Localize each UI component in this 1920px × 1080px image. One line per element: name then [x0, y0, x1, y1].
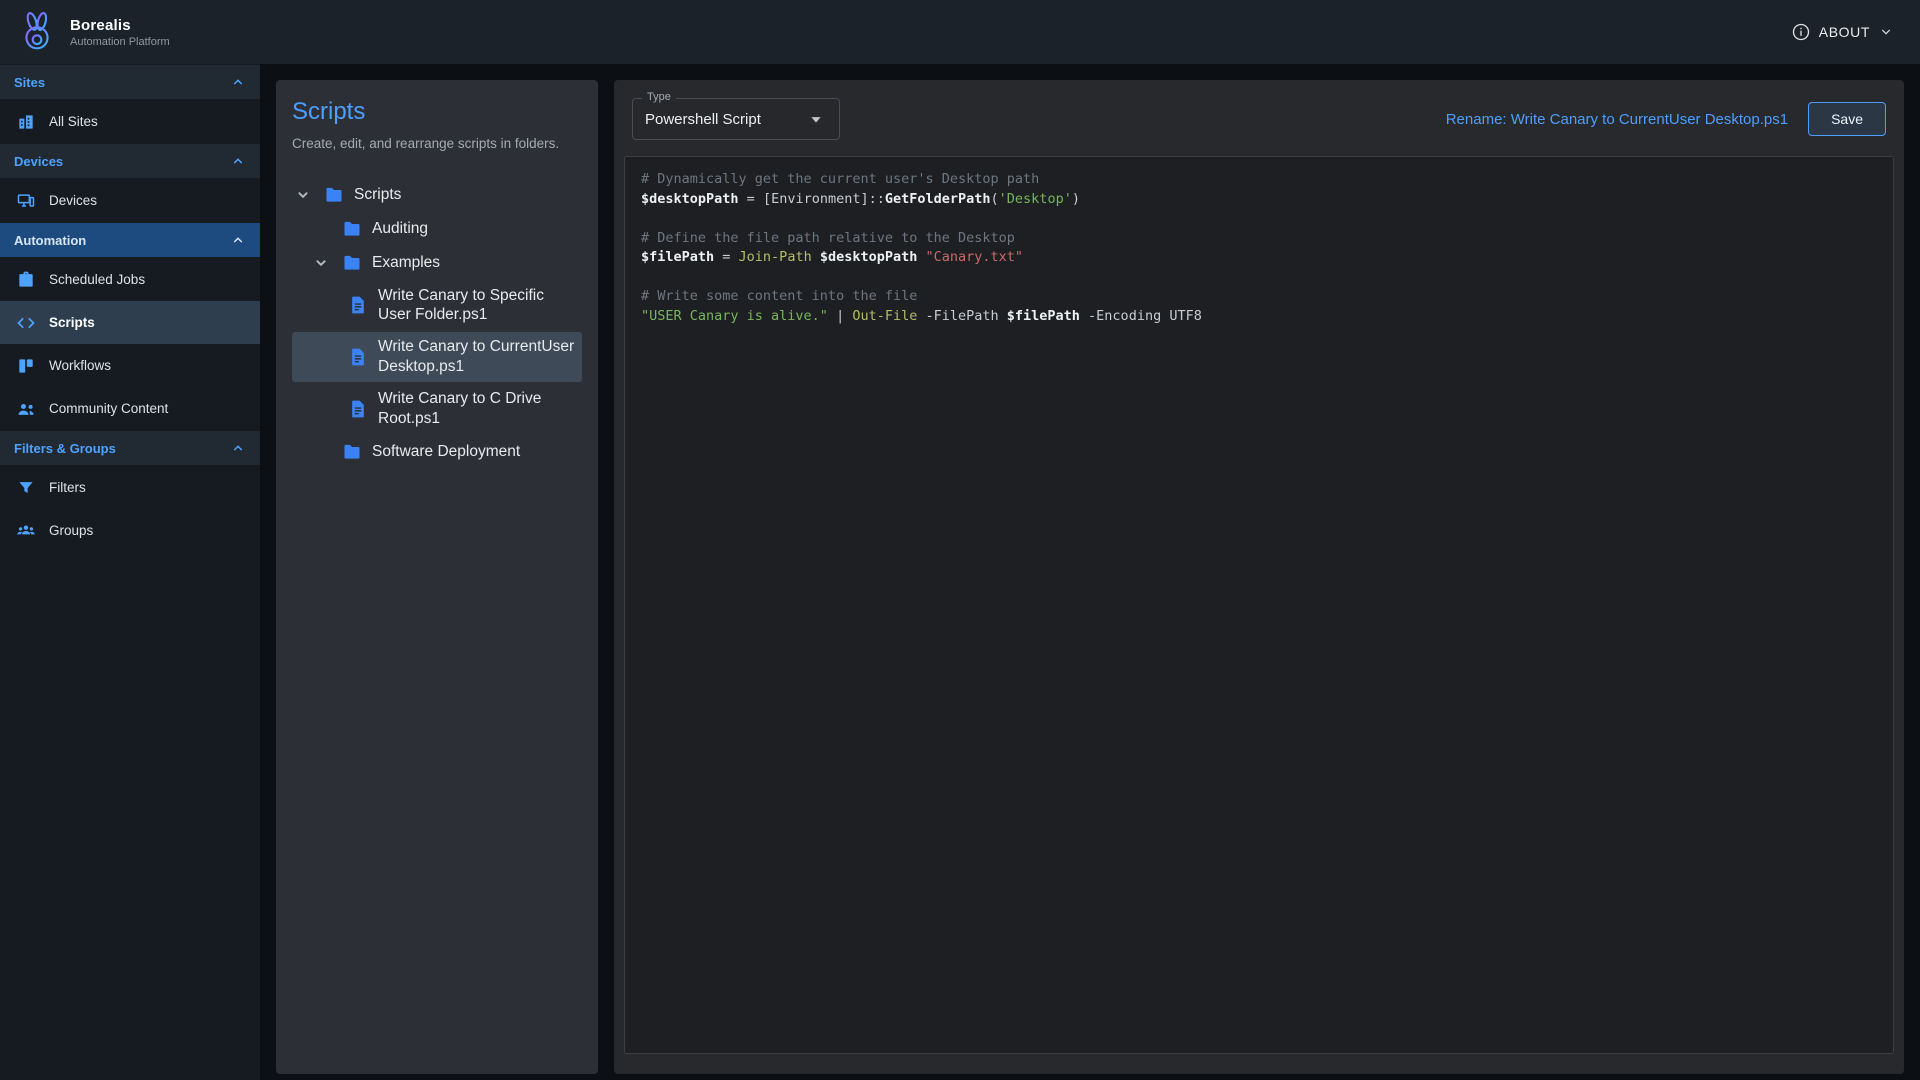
sidebar-item-label: Scripts	[49, 315, 95, 330]
content-area: Scripts Create, edit, and rearrange scri…	[260, 64, 1920, 1080]
code-icon	[16, 313, 36, 333]
sidebar-item-devices[interactable]: Devices	[0, 179, 260, 222]
scheduled-jobs-icon	[16, 270, 36, 290]
code-line	[641, 209, 1877, 229]
brand-text: Borealis Automation Platform	[70, 17, 170, 48]
chevron-up-icon	[230, 232, 246, 248]
about-menu[interactable]: ABOUT	[1791, 22, 1894, 42]
chevron-up-icon	[230, 153, 246, 169]
folder-icon	[324, 185, 344, 205]
info-icon	[1791, 22, 1811, 42]
chevron-up-icon	[230, 440, 246, 456]
editor-panel: Type Powershell Script Rename: Write Can…	[614, 80, 1904, 1074]
sidebar-item-label: Groups	[49, 523, 93, 538]
type-select-value: Powershell Script	[645, 111, 761, 128]
sidebar-section-devices[interactable]: Devices	[0, 144, 260, 178]
folder-icon	[342, 219, 362, 239]
tree-folder-scripts[interactable]: Scripts	[292, 179, 582, 211]
brand-name: Borealis	[70, 17, 170, 34]
filter-icon	[16, 478, 36, 498]
sidebar-section-label: Sites	[14, 75, 45, 90]
tree-file-write-canary-to-specific-user-folder-ps1[interactable]: Write Canary to Specific User Folder.ps1	[292, 281, 582, 331]
chevron-up-icon	[230, 74, 246, 90]
tree-file-write-canary-to-c-drive-root-ps1[interactable]: Write Canary to C Drive Root.ps1	[292, 384, 582, 434]
sidebar-section-sites[interactable]: Sites	[0, 65, 260, 99]
tree-folder-auditing[interactable]: Auditing	[292, 213, 582, 245]
tree-file-write-canary-to-currentuser-desktop-ps1[interactable]: Write Canary to CurrentUser Desktop.ps1	[292, 332, 582, 382]
scripts-panel: Scripts Create, edit, and rearrange scri…	[276, 80, 598, 1074]
rename-link[interactable]: Rename: Write Canary to CurrentUser Desk…	[1446, 111, 1788, 128]
save-button[interactable]: Save	[1808, 102, 1886, 136]
code-line: $filePath = Join-Path $desktopPath "Cana…	[641, 248, 1877, 268]
tree-item-label: Examples	[372, 253, 440, 273]
file-icon	[348, 399, 368, 419]
tree-item-label: Write Canary to Specific User Folder.ps1	[378, 286, 576, 326]
sidebar-item-community-content[interactable]: Community Content	[0, 387, 260, 430]
devices-icon	[16, 191, 36, 211]
chevron-down-icon	[292, 184, 314, 206]
sidebar-item-groups[interactable]: Groups	[0, 509, 260, 552]
file-icon	[348, 295, 368, 315]
toolbar-right: Rename: Write Canary to CurrentUser Desk…	[1446, 102, 1886, 136]
about-label: ABOUT	[1819, 24, 1870, 40]
all-sites-icon	[16, 112, 36, 132]
chevron-down-icon	[310, 252, 332, 274]
sidebar-section-automation[interactable]: Automation	[0, 223, 260, 257]
code-line: $desktopPath = [Environment]::GetFolderP…	[641, 190, 1877, 210]
sidebar-item-label: Devices	[49, 193, 97, 208]
sidebar-section-label: Devices	[14, 154, 63, 169]
tree-item-label: Scripts	[354, 185, 401, 205]
sidebar-section-label: Filters & Groups	[14, 441, 116, 456]
code-line: # Define the file path relative to the D…	[641, 229, 1877, 249]
sidebar-item-workflows[interactable]: Workflows	[0, 344, 260, 387]
folder-icon	[342, 253, 362, 273]
sidebar-item-all-sites[interactable]: All Sites	[0, 100, 260, 143]
code-editor[interactable]: # Dynamically get the current user's Des…	[624, 156, 1894, 1054]
editor-toolbar: Type Powershell Script Rename: Write Can…	[624, 94, 1894, 156]
sidebar-item-filters[interactable]: Filters	[0, 466, 260, 509]
type-select-label: Type	[642, 91, 676, 104]
groups-icon	[16, 521, 36, 541]
brand-subtitle: Automation Platform	[70, 36, 170, 48]
sidebar-item-scripts[interactable]: Scripts	[0, 301, 260, 344]
file-icon	[348, 347, 368, 367]
chevron-down-icon	[1878, 24, 1894, 40]
top-bar: Borealis Automation Platform ABOUT	[0, 0, 1920, 64]
borealis-logo	[14, 9, 60, 55]
sidebar-item-label: Filters	[49, 480, 86, 495]
script-type-select[interactable]: Type Powershell Script	[632, 98, 840, 140]
tree-item-label: Software Deployment	[372, 442, 520, 462]
main-row: Sites All Sites Devices Devices Automation Sc…	[0, 64, 1920, 1080]
tree-folder-software-deployment[interactable]: Software Deployment	[292, 436, 582, 468]
tree-item-label: Auditing	[372, 219, 428, 239]
scripts-tree: Scripts Auditing Examples Write Canary to S…	[292, 179, 582, 470]
sidebar-item-label: Community Content	[49, 401, 168, 416]
code-line	[641, 268, 1877, 288]
sidebar-item-label: Workflows	[49, 358, 111, 373]
scripts-panel-title: Scripts	[292, 98, 582, 126]
code-line: # Dynamically get the current user's Des…	[641, 170, 1877, 190]
code-line: # Write some content into the file	[641, 287, 1877, 307]
tree-item-label: Write Canary to C Drive Root.ps1	[378, 389, 576, 429]
sidebar-section-label: Automation	[14, 233, 86, 248]
workflows-icon	[16, 356, 36, 376]
tree-item-label: Write Canary to CurrentUser Desktop.ps1	[378, 337, 576, 377]
sidebar-item-scheduled-jobs[interactable]: Scheduled Jobs	[0, 258, 260, 301]
community-content-icon	[16, 399, 36, 419]
scripts-panel-subtitle: Create, edit, and rearrange scripts in f…	[292, 135, 582, 153]
code-line: "USER Canary is alive." | Out-File -File…	[641, 307, 1877, 327]
sidebar-item-label: Scheduled Jobs	[49, 272, 145, 287]
folder-icon	[342, 442, 362, 462]
sidebar-item-label: All Sites	[49, 114, 98, 129]
dropdown-caret-icon	[805, 108, 827, 130]
brand: Borealis Automation Platform	[14, 9, 170, 55]
sidebar-section-filters-groups[interactable]: Filters & Groups	[0, 431, 260, 465]
sidebar: Sites All Sites Devices Devices Automation Sc…	[0, 64, 260, 1080]
tree-folder-examples[interactable]: Examples	[292, 247, 582, 279]
